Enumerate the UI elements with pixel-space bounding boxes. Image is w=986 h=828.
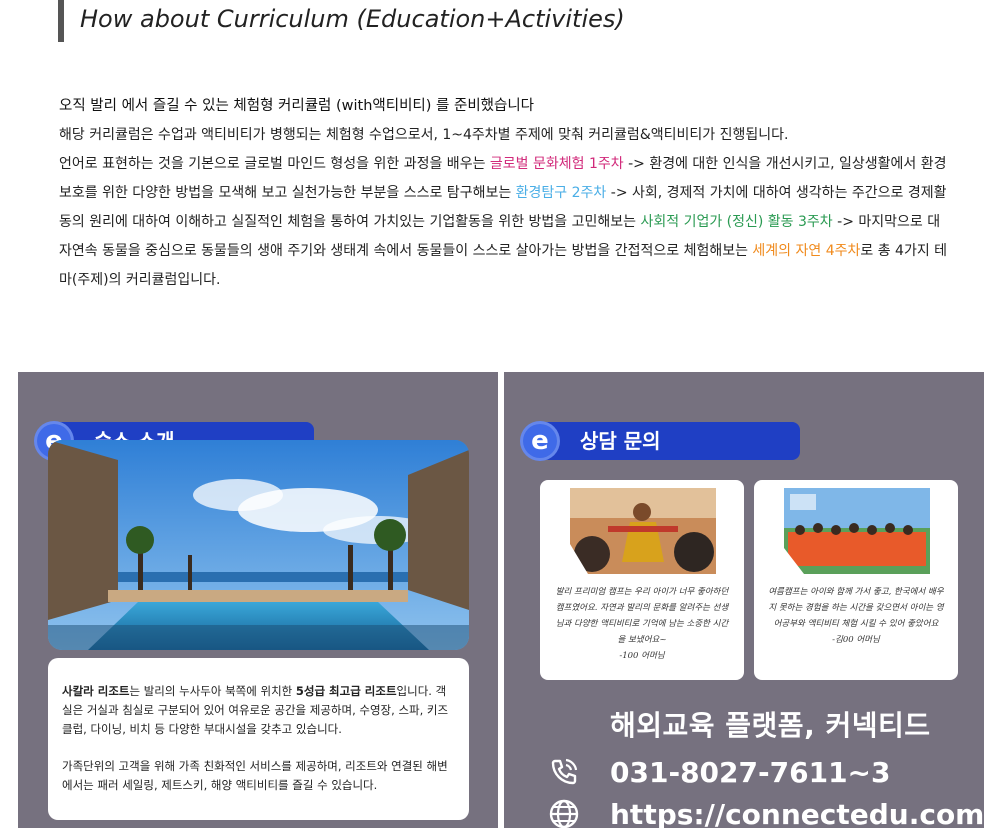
group-photo-image bbox=[784, 488, 930, 574]
brand-logo-icon: e bbox=[520, 421, 560, 461]
intro-text-a: 언어로 표현하는 것을 기본으로 글로벌 마인드 형성을 위한 과정을 배우는 bbox=[59, 156, 490, 172]
intro-line-2: 해당 커리큘럼은 수업과 액티비티가 병행되는 체험형 수업으로서, 1~4주차… bbox=[59, 127, 789, 143]
review-body-2: 여름캠프는 아이와 함께 가서 좋고, 한국에서 배우지 못하는 경험을 하는 … bbox=[768, 587, 944, 629]
review-signature-2: -김00 어머님 bbox=[832, 635, 880, 645]
accommodation-panel: 숙소 소개 e bbox=[18, 372, 498, 828]
review-photo-2 bbox=[784, 488, 930, 574]
intro-text: 오직 발리 에서 즐길 수 있는 체험형 커리큘럼 (with액티비티) 를 준… bbox=[59, 92, 949, 295]
globe-icon bbox=[544, 796, 584, 828]
dancer-photo-image bbox=[570, 488, 716, 574]
intro-line-1: 오직 발리 에서 즐길 수 있는 체험형 커리큘럼 (with액티비티) 를 준… bbox=[59, 98, 535, 114]
contact-tag-label: 상담 문의 bbox=[580, 429, 661, 453]
review-signature-1: -100 어머님 bbox=[619, 651, 665, 661]
review-text-1: 발리 프리미엄 캠프는 우리 아이가 너무 좋아하던 캠프였어요. 자연과 발리… bbox=[554, 584, 730, 664]
week3-highlight: 사회적 기업가 (정신) 활동 3주차 bbox=[640, 214, 833, 230]
review-card-1: 발리 프리미엄 캠프는 우리 아이가 너무 좋아하던 캠프였어요. 자연과 발리… bbox=[540, 480, 744, 680]
contact-tag: 상담 문의 bbox=[534, 422, 800, 460]
section-heading: How about Curriculum (Education+Activiti… bbox=[58, 0, 625, 42]
website-row[interactable]: https://connectedu.com bbox=[544, 796, 984, 828]
logo-letter: e bbox=[531, 426, 549, 456]
info-paragraph-2: 가족단위의 고객을 위해 가족 친화적인 서비스를 제공하며, 리조트와 연결된… bbox=[62, 759, 448, 792]
resort-pool-image bbox=[48, 440, 469, 650]
website-link[interactable]: https://connectedu.com bbox=[610, 798, 984, 828]
phone-number[interactable]: 031-8027-7611~3 bbox=[610, 756, 891, 789]
resort-name: 사칼라 리조트 bbox=[62, 684, 130, 698]
intro-paragraph: 언어로 표현하는 것을 기본으로 글로벌 마인드 형성을 위한 과정을 배우는 … bbox=[59, 150, 949, 295]
info-text-a: 는 발리의 누사두아 북쪽에 위치한 bbox=[129, 684, 296, 698]
week2-highlight: 환경탐구 2주차 bbox=[515, 185, 607, 201]
brand-name: 해외교육 플랫폼, 커넥티드 bbox=[610, 709, 931, 742]
resort-grade: 5성급 최고급 리조트 bbox=[295, 684, 397, 698]
review-body-1: 발리 프리미엄 캠프는 우리 아이가 너무 좋아하던 캠프였어요. 자연과 발리… bbox=[555, 587, 729, 645]
accommodation-info-card: 사칼라 리조트는 발리의 누사두아 북쪽에 위치한 5성급 최고급 리조트입니다… bbox=[48, 658, 469, 820]
info-paragraph-1: 사칼라 리조트는 발리의 누사두아 북쪽에 위치한 5성급 최고급 리조트입니다… bbox=[62, 682, 455, 739]
contact-panel: 상담 문의 e 발리 프리미엄 캠프는 우리 아이가 너무 좋아하던 캠프였어요… bbox=[504, 372, 984, 828]
phone-icon bbox=[544, 754, 584, 790]
week1-highlight: 글로벌 문화체험 1주차 bbox=[489, 156, 624, 172]
review-text-2: 여름캠프는 아이와 함께 가서 좋고, 한국에서 배우지 못하는 경험을 하는 … bbox=[768, 584, 944, 648]
section-title: How about Curriculum (Education+Activiti… bbox=[80, 5, 625, 33]
review-card-2: 여름캠프는 아이와 함께 가서 좋고, 한국에서 배우지 못하는 경험을 하는 … bbox=[754, 480, 958, 680]
week4-highlight: 세계의 자연 4주차 bbox=[752, 243, 861, 259]
resort-photo bbox=[48, 440, 469, 650]
review-photo-1 bbox=[570, 488, 716, 574]
phone-row[interactable]: 031-8027-7611~3 bbox=[544, 754, 891, 790]
